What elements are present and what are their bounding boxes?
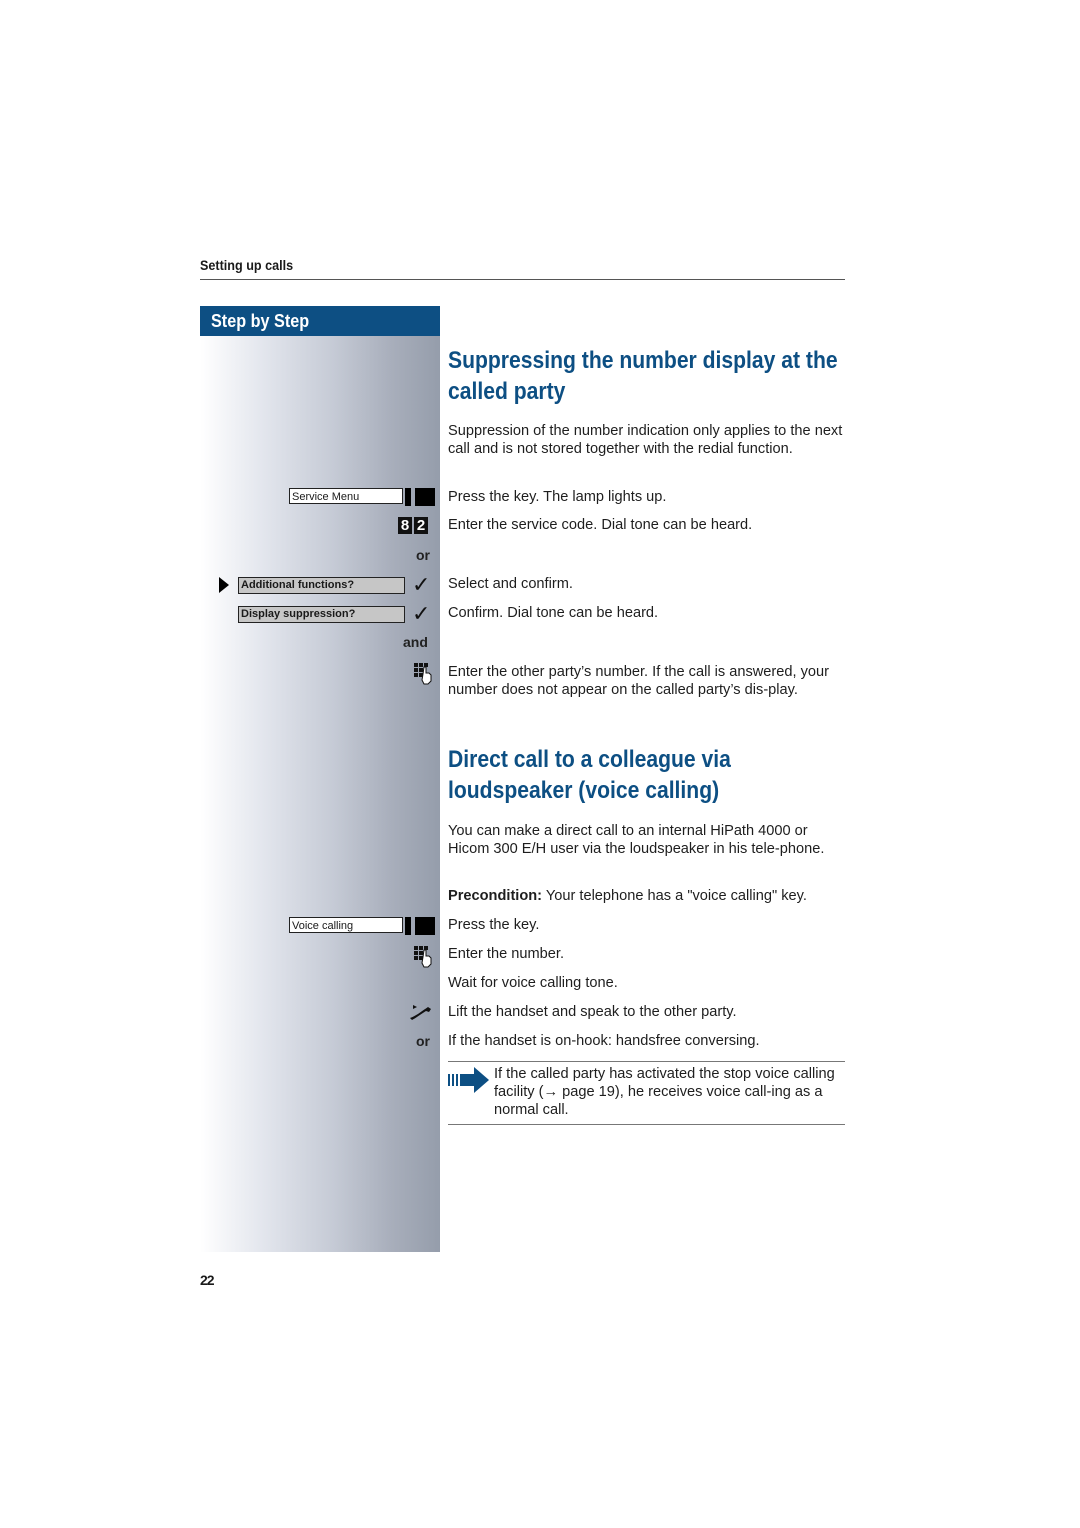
note-top-divider (448, 1061, 845, 1062)
selection-arrow-icon (219, 577, 229, 593)
voice-calling-key-label: Voice calling (289, 917, 403, 933)
step-by-step-bar: Step by Step (200, 306, 440, 336)
note-text: If the called party has activated the st… (494, 1066, 835, 1118)
section1-title-line2: called party (448, 378, 566, 405)
service-menu-key[interactable]: Service Menu (289, 488, 435, 506)
or-connector: or (416, 547, 430, 563)
precondition-text: Your telephone has a "voice calling" key… (542, 888, 807, 904)
step-by-step-title: Step by Step (211, 311, 310, 331)
or-connector: or (416, 1033, 430, 1049)
lift-handset-icon (408, 1003, 432, 1026)
key-lamp (405, 917, 411, 935)
section2-title-line2: loudspeaker (voice calling) (448, 777, 720, 804)
header-divider (200, 279, 845, 280)
precondition-label: Precondition: (448, 888, 543, 904)
section2-title-line1: Direct call to a colleague via (448, 746, 731, 773)
menu-item-additional-functions[interactable]: Additional functions? (238, 577, 405, 594)
keypad-dial-icon (414, 946, 432, 973)
menu-item-display-suppression[interactable]: Display suppression? (238, 606, 405, 623)
keypad-dial-icon (414, 663, 432, 690)
note-bottom-divider (448, 1124, 845, 1125)
note-arrow-icon (448, 1066, 490, 1099)
section1-intro: Suppression of the number indication onl… (448, 423, 843, 457)
section2-intro: You can make a direct call to an interna… (448, 823, 825, 857)
digit-2-key: 2 (414, 517, 428, 534)
step-text: Select and confirm. (448, 576, 573, 592)
step-text: If the handset is on-hook: handsfree con… (448, 1033, 760, 1049)
step-text: Wait for voice calling tone. (448, 975, 618, 991)
voice-calling-key[interactable]: Voice calling (289, 917, 435, 935)
key-lamp (405, 488, 411, 506)
service-code-digits[interactable]: 82 (396, 517, 428, 535)
step-text: Enter the service code. Dial tone can be… (448, 517, 753, 533)
step-text: Enter the number. (448, 946, 565, 962)
precondition: Precondition: Your telephone has a "voic… (448, 887, 848, 905)
page-number: 22 (200, 1272, 215, 1288)
step-text: Press the key. The lamp lights up. (448, 489, 667, 505)
digit-8-key: 8 (398, 517, 412, 534)
check-icon[interactable]: ✓ (412, 603, 430, 625)
step-text: Confirm. Dial tone can be heard. (448, 605, 659, 621)
step-text: Enter the other party’s number. If the c… (448, 664, 829, 698)
step-text: Press the key. (448, 917, 540, 933)
and-connector: and (403, 634, 428, 650)
step-text: Lift the handset and speak to the other … (448, 1004, 737, 1020)
service-menu-key-label: Service Menu (289, 488, 403, 504)
step-sidebar (200, 336, 440, 1252)
key-button-icon (415, 488, 435, 506)
key-button-icon (415, 917, 435, 935)
section-header: Setting up calls (200, 257, 294, 273)
section1-title-line1: Suppressing the number display at the (448, 347, 838, 374)
check-icon[interactable]: ✓ (412, 574, 430, 596)
